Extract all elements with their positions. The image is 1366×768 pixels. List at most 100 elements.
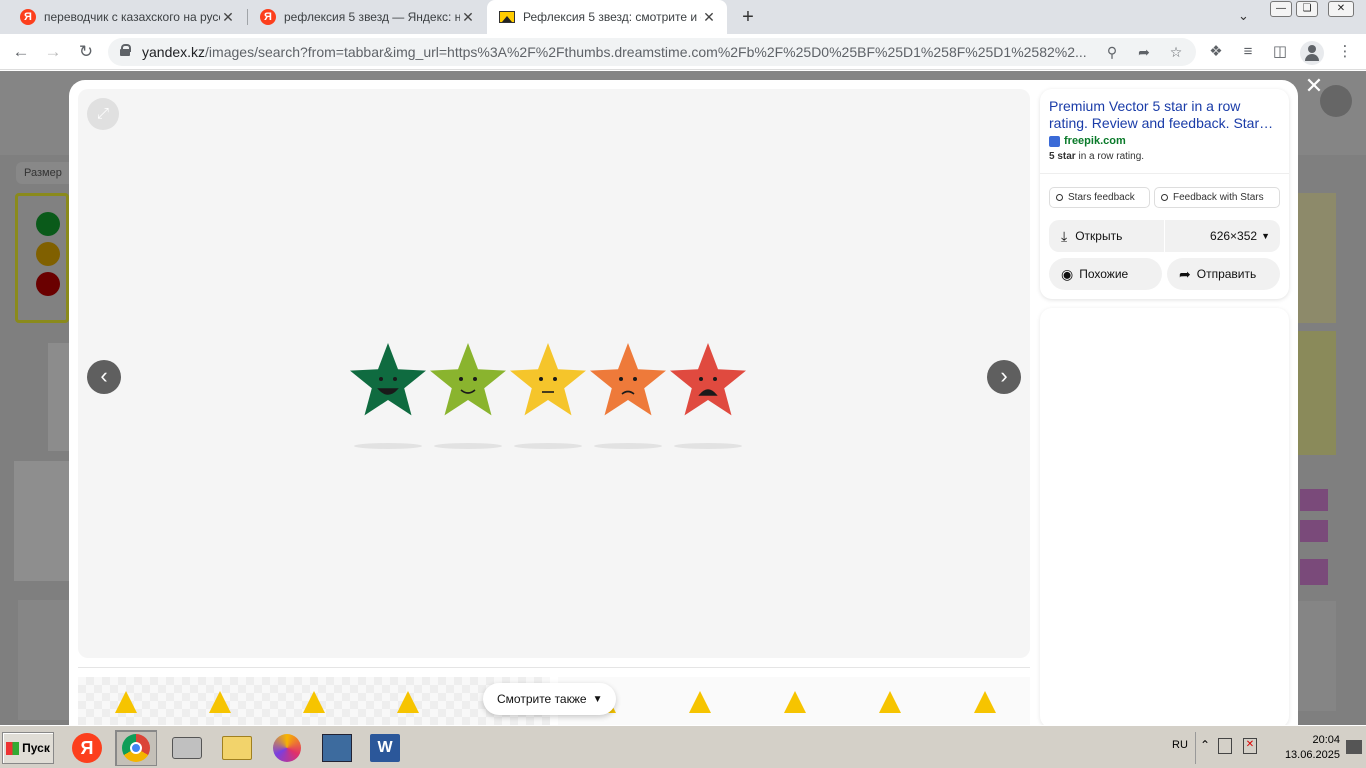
avatar[interactable] bbox=[1320, 85, 1352, 117]
printer-taskbar-icon[interactable] bbox=[166, 730, 208, 766]
lock-icon[interactable] bbox=[120, 44, 131, 56]
prev-image-button[interactable]: ‹ bbox=[87, 360, 121, 394]
show-desktop-icon[interactable] bbox=[1346, 740, 1362, 754]
new-tab-button[interactable]: + bbox=[736, 5, 760, 29]
bookmark-star-icon[interactable]: ☆ bbox=[1166, 42, 1186, 62]
image-size-label: 626×352 bbox=[1210, 229, 1258, 243]
open-image-button[interactable]: ⤓ Открыть bbox=[1049, 220, 1164, 252]
similar-label: Похожие bbox=[1079, 267, 1129, 281]
bg-thumbnail[interactable] bbox=[14, 461, 70, 581]
tab-close-icon[interactable]: ✕ bbox=[701, 9, 717, 26]
fullscreen-expand-icon[interactable]: ⤢ bbox=[87, 98, 119, 130]
tray-expand-icon[interactable]: ⌃ bbox=[1200, 738, 1210, 752]
see-also-button[interactable]: Смотрите также ▼ bbox=[483, 683, 617, 715]
emotion-star bbox=[670, 343, 746, 449]
chip-label: Stars feedback bbox=[1068, 192, 1135, 203]
url-path: /images/search?from=tabbar&img_url=https… bbox=[205, 44, 1087, 60]
image-preview-area[interactable]: ⤢ ‹ › bbox=[78, 89, 1030, 658]
address-bar[interactable]: yandex.kz/images/search?from=tabbar&img_… bbox=[108, 38, 1196, 66]
bg-thumbnail[interactable] bbox=[15, 193, 69, 323]
star-eye bbox=[699, 377, 703, 381]
menu-kebab-icon[interactable]: ⋮ bbox=[1334, 41, 1356, 63]
zoom-search-icon[interactable]: ⚲ bbox=[1102, 42, 1122, 62]
url-text[interactable]: yandex.kz/images/search?from=tabbar&img_… bbox=[142, 44, 1094, 60]
profile-avatar-icon[interactable] bbox=[1300, 41, 1324, 65]
star-tip-shape bbox=[115, 691, 137, 713]
chrome-icon bbox=[122, 734, 150, 762]
similar-images-button[interactable]: ◉ Похожие bbox=[1049, 258, 1162, 290]
tab-yandex-images[interactable]: Рефлексия 5 звезд: смотрите и скачивайте… bbox=[487, 0, 727, 34]
chrome-taskbar-icon[interactable] bbox=[115, 730, 157, 766]
emotion-star bbox=[510, 343, 586, 449]
window-close-button[interactable]: ✕ bbox=[1328, 1, 1354, 17]
related-thumbnail[interactable] bbox=[78, 677, 550, 725]
start-button[interactable]: Пуск bbox=[2, 732, 54, 764]
bg-thumbnail[interactable] bbox=[1298, 193, 1336, 323]
safely-remove-icon[interactable] bbox=[1218, 738, 1232, 754]
chip-feedback-with-stars[interactable]: Feedback with Stars bbox=[1154, 187, 1280, 208]
share-icon[interactable]: ➦ bbox=[1134, 42, 1154, 62]
checklist-icon bbox=[322, 734, 352, 762]
star-shape bbox=[590, 343, 666, 416]
yandex-icon: Я bbox=[20, 9, 36, 25]
tab-yandex-search[interactable]: Я рефлексия 5 звезд — Яндекс: нашлось ✕ bbox=[248, 0, 486, 34]
bg-thumbnail[interactable] bbox=[1300, 520, 1328, 542]
snippet-text: in a row rating. bbox=[1075, 151, 1145, 162]
circle-app-icon bbox=[273, 734, 301, 762]
tab-title: переводчик с казахского на русский bbox=[44, 10, 220, 24]
minimize-button[interactable]: — bbox=[1270, 1, 1292, 17]
word-taskbar-icon[interactable]: W bbox=[364, 730, 406, 766]
search-icon bbox=[1161, 194, 1168, 201]
image-size-dropdown[interactable]: 626×352 ▼ bbox=[1165, 220, 1280, 252]
teacher-app-taskbar-icon[interactable] bbox=[316, 730, 358, 766]
tab-title: Рефлексия 5 звезд: смотрите и скачивайте bbox=[523, 10, 701, 24]
network-disconnected-icon[interactable]: ✕ bbox=[1243, 738, 1257, 754]
chip-stars-feedback[interactable]: Stars feedback bbox=[1049, 187, 1150, 208]
reload-icon[interactable]: ↻ bbox=[75, 41, 97, 63]
bg-thumbnail[interactable] bbox=[1298, 331, 1336, 455]
bg-thumbnail[interactable] bbox=[1300, 489, 1328, 511]
extensions-icon[interactable]: ❖ bbox=[1205, 41, 1227, 63]
bg-thumbnail[interactable] bbox=[48, 343, 70, 451]
maximize-button[interactable]: ❏ bbox=[1296, 1, 1318, 17]
snippet-bold: 5 star bbox=[1049, 151, 1076, 162]
star-shape bbox=[350, 343, 426, 416]
sidebar-placeholder-card bbox=[1040, 308, 1289, 725]
bg-thumbnail[interactable] bbox=[1300, 559, 1328, 585]
app-taskbar-icon[interactable] bbox=[266, 730, 308, 766]
source-snippet: 5 star in a row rating. bbox=[1049, 151, 1144, 162]
bg-thumbnail[interactable] bbox=[18, 600, 70, 720]
bg-dot bbox=[36, 272, 60, 296]
folder-icon bbox=[222, 736, 252, 760]
side-panel-icon[interactable]: ◫ bbox=[1269, 41, 1291, 63]
related-thumbnail[interactable] bbox=[558, 677, 1030, 725]
bg-thumbnail[interactable] bbox=[1298, 601, 1336, 711]
emotion-star bbox=[430, 343, 506, 449]
share-button[interactable]: ➦ Отправить bbox=[1167, 258, 1280, 290]
star-eye bbox=[393, 377, 397, 381]
word-icon: W bbox=[370, 734, 400, 762]
media-control-icon[interactable]: ≡ bbox=[1237, 41, 1259, 63]
language-indicator[interactable]: RU bbox=[1172, 739, 1188, 751]
source-title-link[interactable]: Premium Vector 5 star in a row rating. R… bbox=[1049, 98, 1279, 132]
next-image-button[interactable]: › bbox=[987, 360, 1021, 394]
tab-search-chevron-icon[interactable]: ⌄ bbox=[1238, 8, 1249, 24]
clock[interactable]: 20:04 13.06.2025 bbox=[1270, 733, 1340, 763]
image-info-card: Premium Vector 5 star in a row rating. R… bbox=[1040, 89, 1289, 299]
yandex-browser-taskbar-icon[interactable]: Я bbox=[66, 730, 108, 766]
star-rating-image bbox=[350, 343, 746, 449]
source-domain-link[interactable]: freepik.com bbox=[1049, 135, 1126, 147]
star-eye bbox=[459, 377, 463, 381]
star-eye bbox=[379, 377, 383, 381]
back-arrow-icon[interactable]: ← bbox=[10, 41, 32, 63]
explorer-taskbar-icon[interactable] bbox=[216, 730, 258, 766]
star-eye bbox=[539, 377, 543, 381]
tab-close-icon[interactable]: ✕ bbox=[220, 9, 236, 26]
site-favicon-icon bbox=[1049, 135, 1060, 147]
star-shadow bbox=[434, 443, 502, 449]
forward-arrow-icon[interactable]: → bbox=[42, 41, 64, 63]
tab-translator[interactable]: Я переводчик с казахского на русский ✕ bbox=[8, 0, 246, 34]
tab-close-icon[interactable]: ✕ bbox=[460, 9, 476, 26]
download-icon: ⤓ bbox=[1061, 227, 1068, 244]
close-modal-icon[interactable]: ✕ bbox=[1304, 75, 1324, 97]
